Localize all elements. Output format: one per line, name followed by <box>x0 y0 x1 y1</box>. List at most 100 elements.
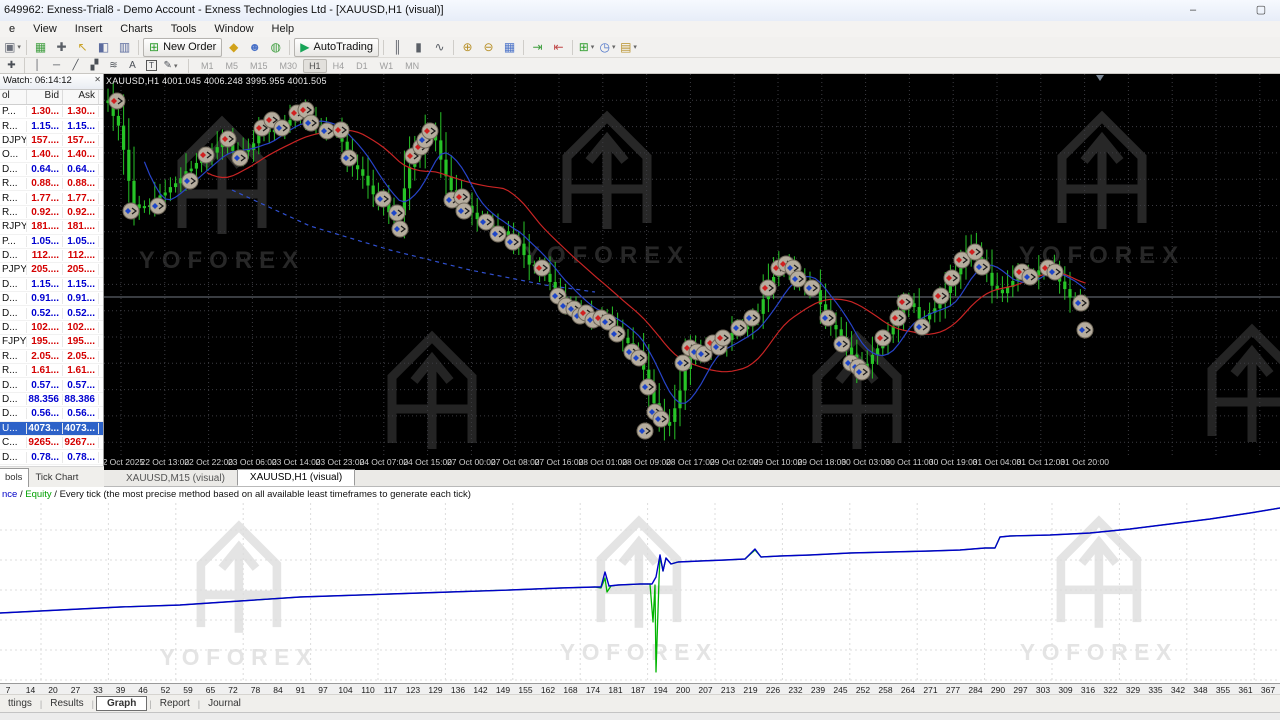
timeframe-m1[interactable]: M1 <box>195 59 220 73</box>
new-chart-button[interactable]: ▦ <box>31 38 50 57</box>
sell-trade-marker[interactable] <box>943 269 961 287</box>
price-chart[interactable]: YOFOREX YOFOREX YOFOREX YOFOREX XAUUSD,H1 4… <box>104 74 1280 455</box>
buy-trade-marker[interactable] <box>743 309 761 327</box>
menu-window[interactable]: Window <box>205 21 262 37</box>
buy-trade-marker[interactable] <box>340 149 358 167</box>
chart-layout-button[interactable]: ◧ <box>94 38 113 57</box>
buy-trade-marker[interactable] <box>789 270 807 288</box>
market-watch-row[interactable]: FJPY 195.... 195.... <box>0 335 103 350</box>
text-label-tool[interactable]: T <box>144 59 159 73</box>
crosshair-tool[interactable]: ✚ <box>4 59 19 73</box>
trendline-tool[interactable]: ╱ <box>68 59 83 73</box>
market-watch-row[interactable]: PJPY 205.... 205.... <box>0 263 103 278</box>
zoom-out-button[interactable]: ⊖ <box>479 38 498 57</box>
cursor-button[interactable]: ↖ <box>73 38 92 57</box>
buy-trade-marker[interactable] <box>630 349 648 367</box>
timeframe-m15[interactable]: M15 <box>244 59 274 73</box>
market-watch-row[interactable]: C... 9265... 9267... <box>0 436 103 451</box>
sell-trade-marker[interactable] <box>714 329 732 347</box>
column-ask[interactable]: Ask <box>63 90 99 104</box>
close-icon[interactable]: ✕ <box>94 75 101 84</box>
market-watch-row[interactable]: D... 0.56... 0.56... <box>0 407 103 422</box>
templates-button[interactable]: ▤ ▾ <box>619 38 638 57</box>
buy-trade-marker[interactable] <box>388 204 406 222</box>
column-bid[interactable]: Bid <box>27 90 63 104</box>
timeframe-mn[interactable]: MN <box>399 59 425 73</box>
buy-trade-marker[interactable] <box>639 378 657 396</box>
autotrading-button[interactable]: ▶ AutoTrading <box>294 37 380 57</box>
timeframe-h1[interactable]: H1 <box>303 58 327 73</box>
crosshair-button[interactable]: ✚ <box>52 38 71 57</box>
indicators-button[interactable]: ⊞ ▾ <box>577 38 596 57</box>
periods-button[interactable]: ◷ ▾ <box>598 38 617 57</box>
market-watch-tab-bols[interactable]: bols <box>0 468 30 487</box>
market-watch-row[interactable]: R... 0.88... 0.88... <box>0 177 103 192</box>
buy-trade-marker[interactable] <box>122 202 140 220</box>
styles-button[interactable]: ◆ <box>224 38 243 57</box>
market-watch-row[interactable]: R... 0.92... 0.92... <box>0 206 103 221</box>
market-watch-row[interactable]: D... 102.... 102.... <box>0 321 103 336</box>
account-button[interactable]: ☻ <box>245 38 264 57</box>
market-window-button[interactable]: ▥ <box>115 38 134 57</box>
equity-graph-canvas[interactable]: YOFOREX YOFOREX YOFOREX <box>0 503 1280 683</box>
sell-trade-marker[interactable] <box>453 188 471 206</box>
market-watch-tab-tick-chart[interactable]: Tick Chart <box>29 469 84 487</box>
buy-trade-marker[interactable] <box>489 225 507 243</box>
timeframe-m30[interactable]: M30 <box>274 59 304 73</box>
sell-trade-marker[interactable] <box>219 130 237 148</box>
candle-chart-button[interactable]: ▮ <box>409 38 428 57</box>
profiles-button[interactable]: ▣ ▾ <box>3 38 22 57</box>
tester-tab-ttings[interactable]: ttings <box>0 696 40 711</box>
auto-scroll-button[interactable]: ⇥ <box>528 38 547 57</box>
market-watch-row[interactable]: DJPY 157.... 157.... <box>0 134 103 149</box>
sell-trade-marker[interactable] <box>759 279 777 297</box>
buy-trade-marker[interactable] <box>730 319 748 337</box>
tester-tab-journal[interactable]: Journal <box>200 696 249 711</box>
buy-trade-marker[interactable] <box>231 149 249 167</box>
bar-chart-button[interactable]: ║ <box>388 38 407 57</box>
buy-trade-marker[interactable] <box>1072 294 1090 312</box>
market-watch-row[interactable]: R... 2.05... 2.05... <box>0 350 103 365</box>
minimize-button[interactable]: – <box>1178 0 1208 21</box>
buy-trade-marker[interactable] <box>455 202 473 220</box>
buy-trade-marker[interactable] <box>504 233 522 251</box>
buy-trade-marker[interactable] <box>273 119 291 137</box>
sell-trade-marker[interactable] <box>889 309 907 327</box>
shapes-tool[interactable]: ✎ ▾ <box>163 59 178 73</box>
market-watch-row[interactable]: R... 1.61... 1.61... <box>0 364 103 379</box>
sell-trade-marker[interactable] <box>533 259 551 277</box>
market-watch-row[interactable]: RJPY 181.... 181.... <box>0 220 103 235</box>
buy-trade-marker[interactable] <box>973 258 991 276</box>
buy-trade-marker[interactable] <box>636 422 654 440</box>
zoom-in-button[interactable]: ⊕ <box>458 38 477 57</box>
buy-trade-marker[interactable] <box>149 197 167 215</box>
market-watch-row[interactable]: D... 0.57... 0.57... <box>0 378 103 393</box>
timeframe-w1[interactable]: W1 <box>374 59 400 73</box>
tester-tab-graph[interactable]: Graph <box>95 696 148 711</box>
menu-insert[interactable]: Insert <box>66 21 112 37</box>
chart-tab-xauusd-h1-visual-[interactable]: XAUUSD,H1 (visual) <box>236 469 356 486</box>
market-watch-row[interactable]: O... 1.40... 1.40... <box>0 148 103 163</box>
menu-tools[interactable]: Tools <box>162 21 206 37</box>
buy-trade-marker[interactable] <box>1076 321 1094 339</box>
market-watch-row[interactable]: P... 1.05... 1.05... <box>0 235 103 249</box>
new-order-button[interactable]: ⊞ New Order <box>143 37 223 57</box>
horizontal-line-tool[interactable]: ─ <box>49 59 64 73</box>
market-watch-row[interactable]: P... 1.30... 1.30... <box>0 105 103 120</box>
line-chart-button[interactable]: ∿ <box>430 38 449 57</box>
buy-trade-marker[interactable] <box>913 318 931 336</box>
market-watch-row[interactable]: R... 1.15... 1.15... <box>0 119 103 134</box>
buy-trade-marker[interactable] <box>652 410 670 428</box>
market-watch-row[interactable]: D... 0.78... 0.78... <box>0 450 103 465</box>
sell-trade-marker[interactable] <box>197 146 215 164</box>
market-watch-row[interactable]: D... 0.91... 0.91... <box>0 292 103 307</box>
market-watch-row[interactable]: U... 4073... 4073... <box>0 421 103 436</box>
menu-view[interactable]: View <box>24 21 66 37</box>
timeframe-h4[interactable]: H4 <box>327 59 351 73</box>
tester-tab-results[interactable]: Results <box>42 696 91 711</box>
tester-tab-report[interactable]: Report <box>152 696 198 711</box>
buy-trade-marker[interactable] <box>833 335 851 353</box>
market-watch-row[interactable]: D... 1.15... 1.15... <box>0 278 103 293</box>
buy-trade-marker[interactable] <box>608 325 626 343</box>
menu-help[interactable]: Help <box>263 21 304 37</box>
